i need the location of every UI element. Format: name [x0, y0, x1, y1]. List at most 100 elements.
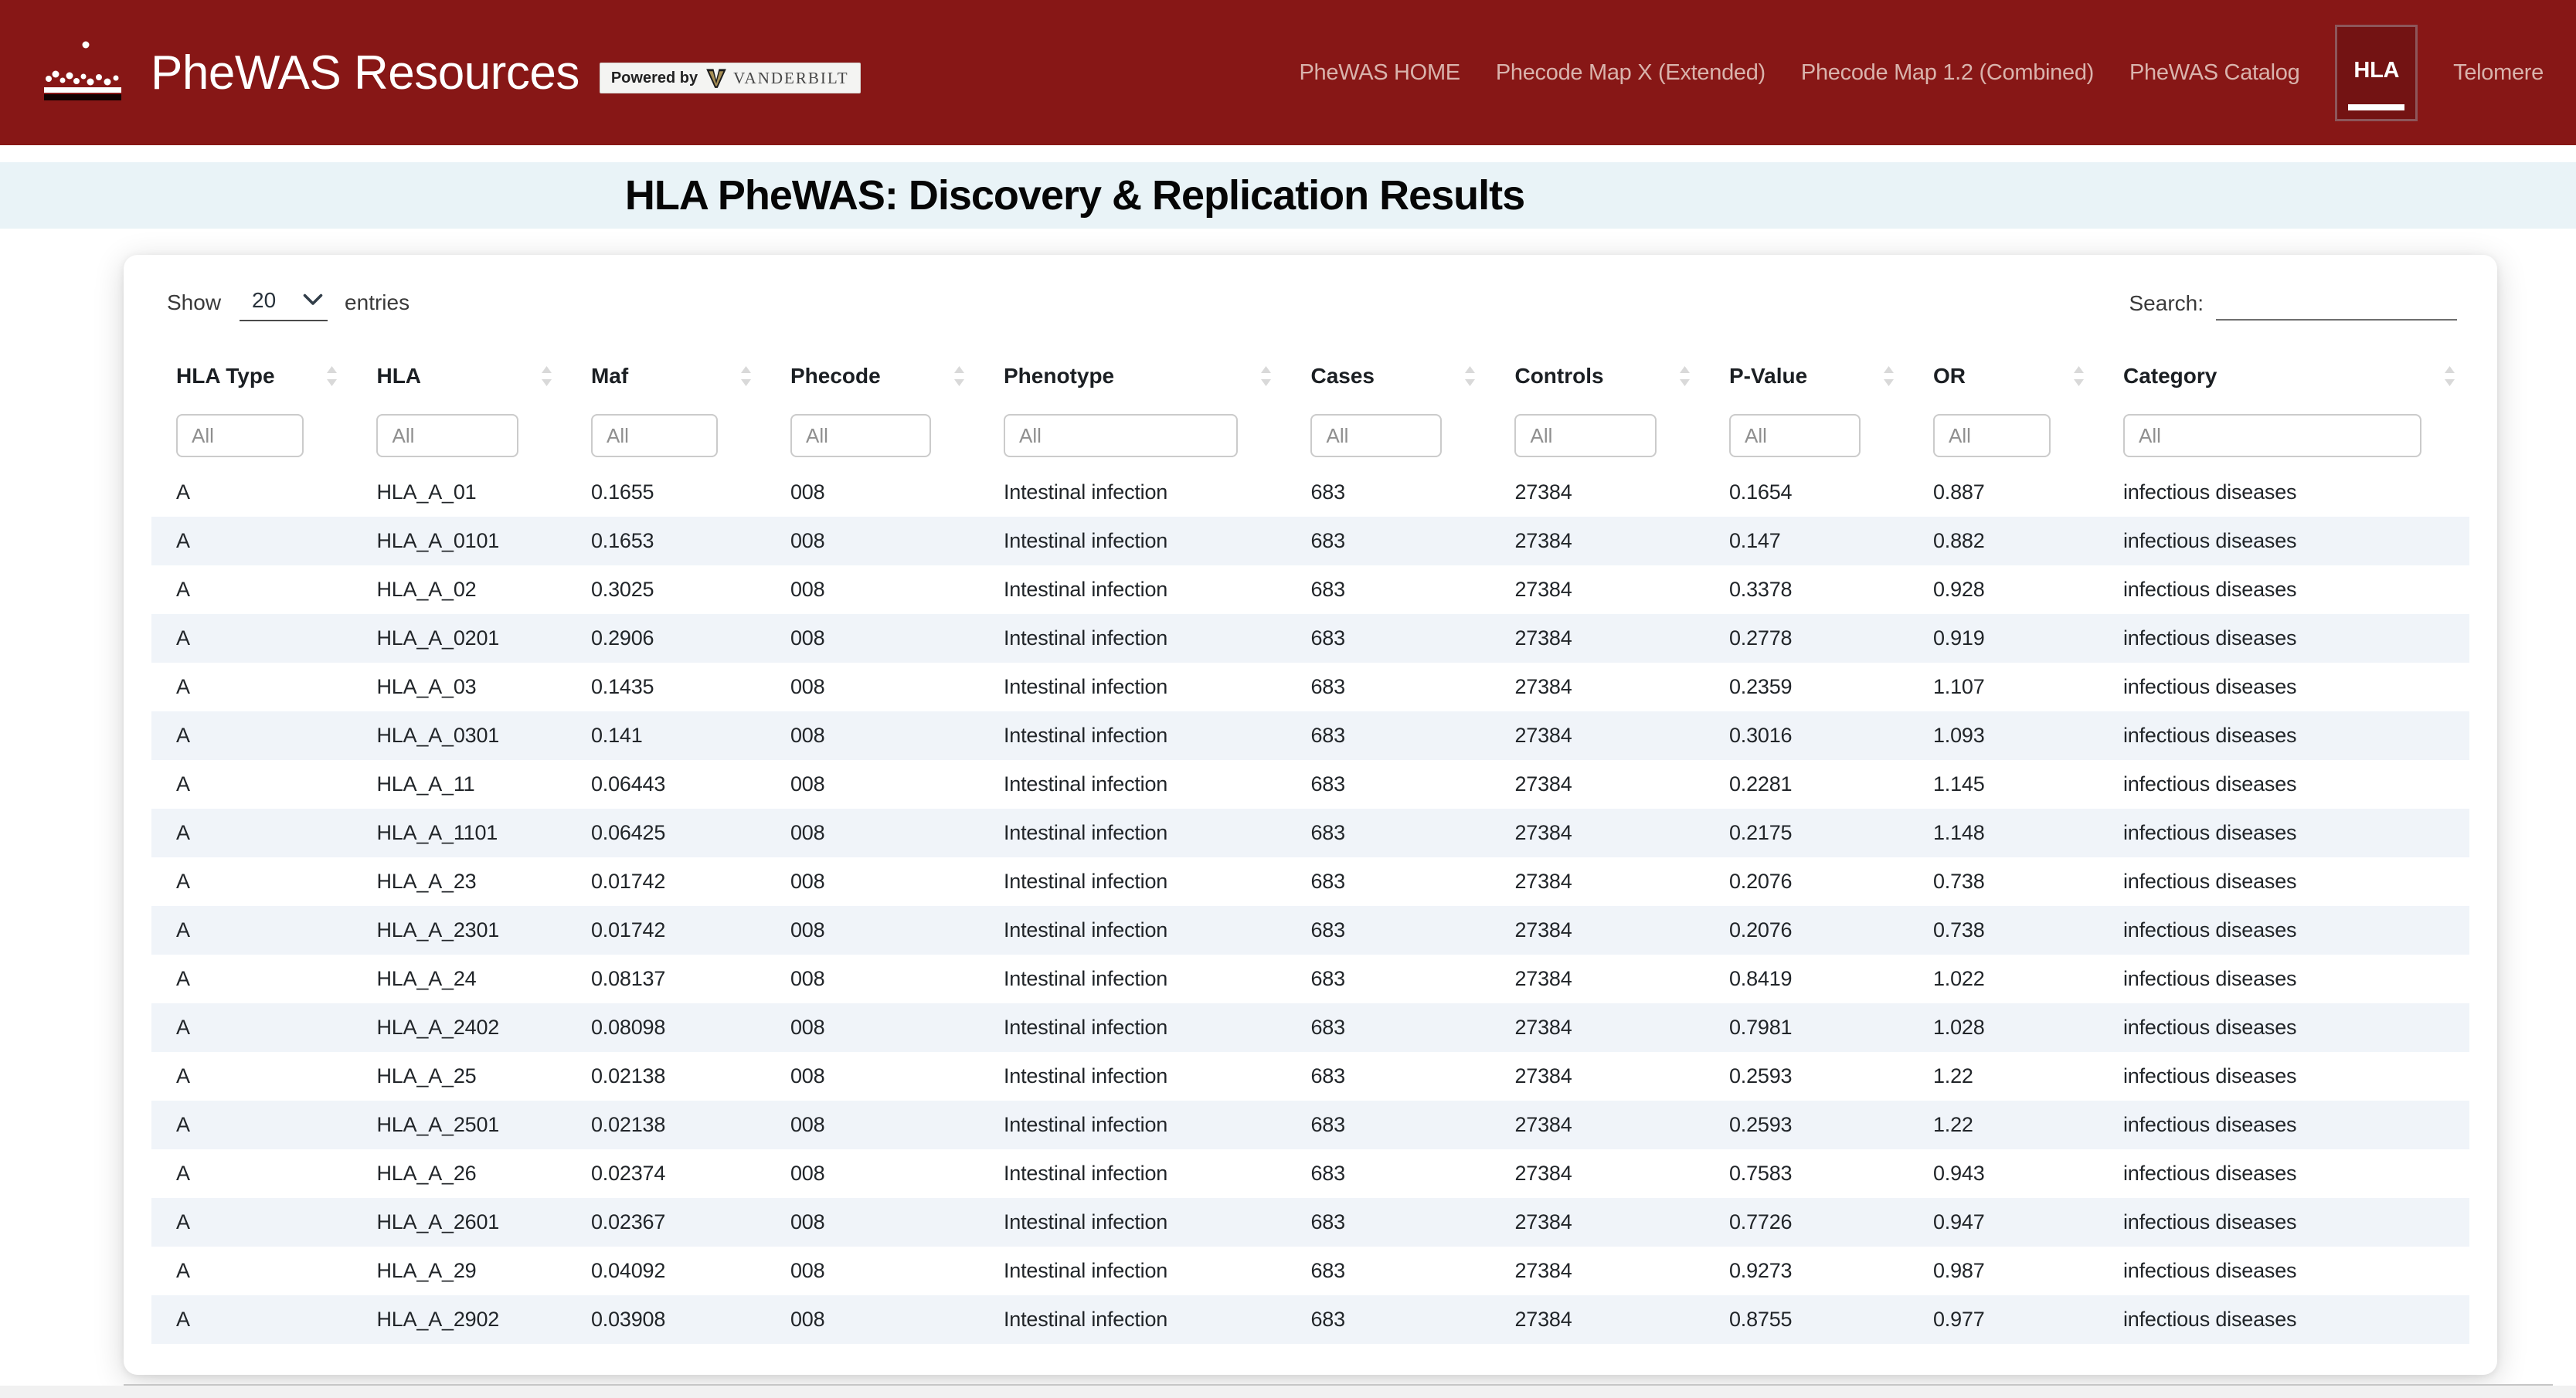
cell-phenotype: Intestinal infection — [979, 663, 1286, 711]
sort-icon[interactable] — [326, 365, 338, 387]
show-label: Show — [167, 290, 221, 315]
table-row: AHLA_A_23010.01742008Intestinal infectio… — [151, 906, 2469, 955]
column-header-hla[interactable]: HLA — [352, 349, 566, 403]
filter-cell-maf — [566, 403, 766, 468]
sort-icon[interactable] — [953, 365, 965, 387]
cell-hla-type: A — [151, 809, 352, 857]
nav-item-telomere[interactable]: Telomere — [2453, 60, 2544, 86]
cell-maf: 0.01742 — [566, 857, 766, 906]
filter-cell-controls — [1490, 403, 1704, 468]
cell-phecode: 008 — [766, 1003, 979, 1052]
column-header-or[interactable]: OR — [1908, 349, 2099, 403]
cell-controls: 27384 — [1490, 1003, 1704, 1052]
cell-phenotype: Intestinal infection — [979, 1052, 1286, 1101]
cell-hla-type: A — [151, 955, 352, 1003]
filter-input-hla[interactable] — [376, 414, 518, 457]
cell-maf: 0.08098 — [566, 1003, 766, 1052]
filter-input-phecode[interactable] — [790, 414, 931, 457]
search-control: Search: — [2129, 285, 2458, 321]
cell-phecode: 008 — [766, 955, 979, 1003]
vanderbilt-v-icon — [705, 67, 727, 89]
sort-icon[interactable] — [2073, 365, 2085, 387]
cell-or: 0.947 — [1908, 1198, 2099, 1247]
cell-maf: 0.08137 — [566, 955, 766, 1003]
nav-item-hla[interactable]: HLA — [2335, 25, 2418, 121]
cell-controls: 27384 — [1490, 760, 1704, 809]
filter-input-or[interactable] — [1933, 414, 2051, 457]
page-length-select-wrap: 20 — [240, 284, 328, 321]
cell-cases: 683 — [1286, 663, 1490, 711]
nav-item-phewas-catalog[interactable]: PheWAS Catalog — [2129, 60, 2299, 86]
cell-or: 1.093 — [1908, 711, 2099, 760]
filter-input-category[interactable] — [2123, 414, 2421, 457]
sort-icon[interactable] — [1260, 365, 1272, 387]
nav-item-phewas-home[interactable]: PheWAS HOME — [1300, 60, 1460, 86]
cell-or: 0.882 — [1908, 517, 2099, 565]
column-header-phecode[interactable]: Phecode — [766, 349, 979, 403]
filter-cell-or — [1908, 403, 2099, 468]
cell-or: 1.022 — [1908, 955, 2099, 1003]
cell-category: infectious diseases — [2099, 711, 2469, 760]
cell-cases: 683 — [1286, 1198, 1490, 1247]
table-row: AHLA_A_29020.03908008Intestinal infectio… — [151, 1295, 2469, 1344]
cell-p-value: 0.2359 — [1704, 663, 1908, 711]
cell-maf: 0.02374 — [566, 1149, 766, 1198]
cell-phecode: 008 — [766, 711, 979, 760]
column-header-hla-type[interactable]: HLA Type — [151, 349, 352, 403]
cell-controls: 27384 — [1490, 1052, 1704, 1101]
column-label: Phecode — [790, 364, 881, 388]
cell-maf: 0.02367 — [566, 1198, 766, 1247]
cell-cases: 683 — [1286, 711, 1490, 760]
cell-controls: 27384 — [1490, 1247, 1704, 1295]
cell-cases: 683 — [1286, 1101, 1490, 1149]
filter-input-maf[interactable] — [591, 414, 718, 457]
cell-maf: 0.04092 — [566, 1247, 766, 1295]
column-label: Cases — [1310, 364, 1375, 388]
badge-org-label: VANDERBILT — [733, 69, 849, 88]
cell-category: infectious diseases — [2099, 906, 2469, 955]
cell-p-value: 0.2778 — [1704, 614, 1908, 663]
column-header-cases[interactable]: Cases — [1286, 349, 1490, 403]
cell-cases: 683 — [1286, 1149, 1490, 1198]
cell-controls: 27384 — [1490, 565, 1704, 614]
cell-or: 0.738 — [1908, 906, 2099, 955]
cell-p-value: 0.3378 — [1704, 565, 1908, 614]
sort-icon[interactable] — [1883, 365, 1895, 387]
cell-hla: HLA_A_0101 — [352, 517, 566, 565]
cell-phecode: 008 — [766, 1101, 979, 1149]
cell-phenotype: Intestinal infection — [979, 468, 1286, 517]
filter-cell-p-value — [1704, 403, 1908, 468]
cell-p-value: 0.2593 — [1704, 1101, 1908, 1149]
filter-cell-phenotype — [979, 403, 1286, 468]
column-header-phenotype[interactable]: Phenotype — [979, 349, 1286, 403]
filter-input-controls[interactable] — [1514, 414, 1657, 457]
cell-controls: 27384 — [1490, 1101, 1704, 1149]
cell-phecode: 008 — [766, 614, 979, 663]
sort-icon[interactable] — [1464, 365, 1476, 387]
nav-item-phecode-map-1-2-combined[interactable]: Phecode Map 1.2 (Combined) — [1801, 60, 2094, 86]
sort-icon[interactable] — [2444, 365, 2455, 387]
table-row: AHLA_A_01010.1653008Intestinal infection… — [151, 517, 2469, 565]
chevron-down-icon — [303, 287, 323, 312]
table-row: AHLA_A_010.1655008Intestinal infection68… — [151, 468, 2469, 517]
cell-controls: 27384 — [1490, 955, 1704, 1003]
column-header-maf[interactable]: Maf — [566, 349, 766, 403]
column-header-category[interactable]: Category — [2099, 349, 2469, 403]
cell-hla: HLA_A_2902 — [352, 1295, 566, 1344]
cell-controls: 27384 — [1490, 1149, 1704, 1198]
filter-cell-hla-type — [151, 403, 352, 468]
search-input[interactable] — [2216, 285, 2457, 321]
cell-phenotype: Intestinal infection — [979, 1198, 1286, 1247]
nav-item-phecode-map-x-extended[interactable]: Phecode Map X (Extended) — [1496, 60, 1765, 86]
column-header-controls[interactable]: Controls — [1490, 349, 1704, 403]
sort-icon[interactable] — [541, 365, 552, 387]
sort-icon[interactable] — [740, 365, 752, 387]
sort-icon[interactable] — [1679, 365, 1691, 387]
filter-input-phenotype[interactable] — [1004, 414, 1239, 457]
page-length-select[interactable]: 20 — [244, 288, 301, 312]
filter-cell-cases — [1286, 403, 1490, 468]
filter-input-hla-type[interactable] — [176, 414, 304, 457]
filter-input-p-value[interactable] — [1729, 414, 1861, 457]
filter-input-cases[interactable] — [1310, 414, 1442, 457]
column-header-p-value[interactable]: P-Value — [1704, 349, 1908, 403]
